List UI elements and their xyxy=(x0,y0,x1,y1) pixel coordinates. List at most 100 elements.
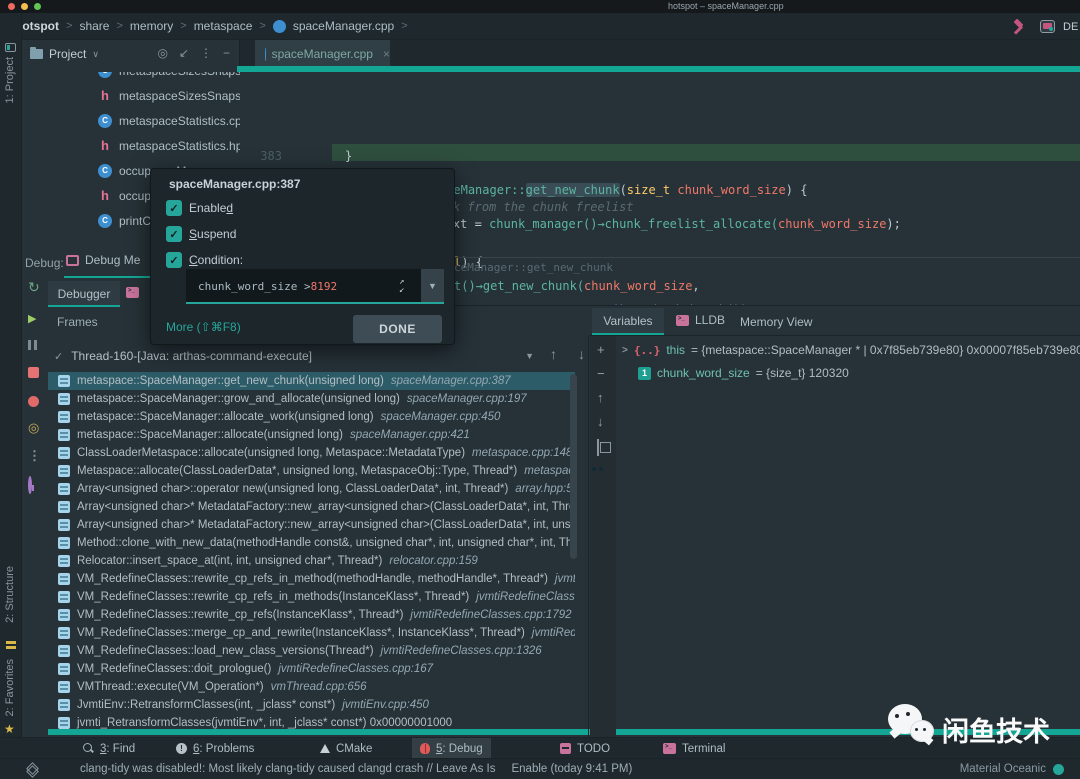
minimize-window-button[interactable] xyxy=(21,3,28,10)
tool-button-terminal[interactable]: Terminal xyxy=(655,738,733,759)
done-button[interactable]: DONE xyxy=(353,315,442,343)
stack-frame-row[interactable]: VM_RedefineClasses::load_new_class_versi… xyxy=(48,642,575,660)
breadcrumb-file[interactable]: spaceManager.cpp xyxy=(293,19,394,33)
stack-frame-row[interactable]: Array<unsigned char>* MetadataFactory::n… xyxy=(48,516,575,534)
stack-frame-row[interactable]: Array<unsigned char>::operator new(unsig… xyxy=(48,480,575,498)
stack-frame-row[interactable]: Method::clone_with_new_data(methodHandle… xyxy=(48,534,575,552)
stack-frame-row[interactable]: metaspace::SpaceManager::grow_and_alloca… xyxy=(48,390,575,408)
breadcrumb-item[interactable]: metaspace xyxy=(194,19,253,33)
stack-frame-row[interactable]: VMThread::execute(VM_Operation*) vmThrea… xyxy=(48,678,575,696)
move-down-icon[interactable]: ↓ xyxy=(597,414,604,429)
close-window-button[interactable] xyxy=(8,3,15,10)
stack-frame-row[interactable]: metaspace::SpaceManager::get_new_chunk(u… xyxy=(48,372,575,390)
status-bar: clang-tidy was disabled!: Most likely cl… xyxy=(0,758,1080,779)
breadcrumb-item[interactable]: memory xyxy=(130,19,173,33)
debug-run-config-icon[interactable] xyxy=(1040,20,1055,33)
tool-button-todo[interactable]: TODO xyxy=(552,738,618,759)
debug-session-tab[interactable]: Debug Me xyxy=(66,253,140,267)
line-number[interactable]: 383 xyxy=(240,148,282,165)
more-options-link[interactable]: More (⇧⌘F8) xyxy=(166,320,241,334)
stack-frame-row[interactable]: metaspace::SpaceManager::allocate(unsign… xyxy=(48,426,575,444)
enabled-checkbox[interactable]: ✓ xyxy=(166,200,182,216)
condition-checkbox[interactable]: ✓ xyxy=(166,252,182,268)
project-file-row[interactable]: metaspaceSizesSnapshot xyxy=(22,72,240,83)
horizontal-scrollbar[interactable] xyxy=(48,729,1080,735)
debugger-tab[interactable]: Debugger xyxy=(48,281,120,307)
project-panel-title[interactable]: Project xyxy=(49,47,86,61)
build-hammer-icon[interactable] xyxy=(1012,19,1028,35)
previous-frame-icon[interactable]: ↑ xyxy=(550,346,557,362)
next-frame-icon[interactable]: ↓ xyxy=(578,346,585,362)
frame-function: Array<unsigned char>::operator new(unsig… xyxy=(77,483,508,495)
thread-name: Thread-160-[Java: arthas-command-execute… xyxy=(71,349,312,363)
structure-tool-icon xyxy=(6,641,16,651)
frame-location: jvmtiRedefineClasses.cpp: xyxy=(476,591,575,603)
tab-lldb[interactable]: LLDB xyxy=(676,313,725,327)
status-action-link[interactable]: Enable (today 9:41 PM) xyxy=(511,763,632,775)
stack-frame-row[interactable]: Relocator::insert_space_at(int, int, uns… xyxy=(48,552,575,570)
pause-program-icon[interactable] xyxy=(28,340,37,350)
tool-button-structure[interactable]: 2: Structure xyxy=(4,566,16,623)
project-file-row[interactable]: metaspaceStatistics.hpp xyxy=(22,133,240,158)
suspend-checkbox[interactable]: ✓ xyxy=(166,226,182,242)
theme-name[interactable]: Material Oceanic xyxy=(960,763,1046,775)
copy-icon[interactable] xyxy=(597,439,599,456)
tab-memory-view[interactable]: Memory View xyxy=(740,315,812,329)
collapse-all-icon[interactable]: ↙ xyxy=(179,46,189,60)
stack-frame-row[interactable]: Array<unsigned char>* MetadataFactory::n… xyxy=(48,498,575,516)
tool-button-project[interactable]: 1: Project xyxy=(4,57,16,103)
frames-scrollbar[interactable] xyxy=(570,374,577,559)
view-breakpoints-icon[interactable] xyxy=(28,396,39,407)
frame-location: spaceManager.cpp:387 xyxy=(391,375,511,387)
more-options-icon[interactable]: ⋮ xyxy=(200,46,212,60)
stack-frame-icon xyxy=(58,519,70,531)
condition-input[interactable]: chunk_word_size > 8192 ↗↙ xyxy=(186,269,421,303)
variable-row-this[interactable]: > {..} this = {metaspace::SpaceManager *… xyxy=(622,343,1080,357)
layers-icon[interactable] xyxy=(28,764,38,774)
variable-name: chunk_word_size xyxy=(657,366,750,380)
locate-file-icon[interactable]: ◎ xyxy=(157,46,167,60)
stack-frame-row[interactable]: JvmtiEnv::RetransformClasses(int, _jclas… xyxy=(48,696,575,714)
project-file-row[interactable]: metaspaceSizesSnapshot xyxy=(22,83,240,108)
stack-frame-row[interactable]: VM_RedefineClasses::doit_prologue() jvmt… xyxy=(48,660,575,678)
editor-tab-spacemanager[interactable]: spaceManager.cpp × xyxy=(255,40,390,68)
tab-variables[interactable]: Variables xyxy=(592,308,664,334)
stack-frame-row[interactable]: VM_RedefineClasses::rewrite_cp_refs_in_m… xyxy=(48,570,575,588)
breadcrumb-item[interactable]: share xyxy=(79,19,109,33)
tool-button-cmake[interactable]: CMake xyxy=(312,738,380,759)
variable-row-chunk-word-size[interactable]: 1 chunk_word_size = {size_t} 120320 xyxy=(638,366,849,380)
more-actions-icon[interactable]: ⋮ xyxy=(28,448,41,464)
stack-frame-row[interactable]: VM_RedefineClasses::rewrite_cp_refs_in_m… xyxy=(48,588,575,606)
stack-frame-row[interactable]: metaspace::SpaceManager::allocate_work(u… xyxy=(48,408,575,426)
stack-frame-row[interactable]: VM_RedefineClasses::merge_cp_and_rewrite… xyxy=(48,624,575,642)
add-watch-icon[interactable]: + xyxy=(597,342,605,357)
resume-program-icon[interactable]: ▶ xyxy=(28,312,36,325)
panel-divider xyxy=(588,336,589,737)
tool-button-problems[interactable]: ! 6: Problems xyxy=(168,738,262,759)
stack-frame-row[interactable]: ClassLoaderMetaspace::allocate(unsigned … xyxy=(48,444,575,462)
frame-function: VM_RedefineClasses::doit_prologue() xyxy=(77,663,271,675)
condition-history-dropdown[interactable]: ▼ xyxy=(421,269,444,303)
stack-frame-row[interactable]: VM_RedefineClasses::rewrite_cp_refs(Inst… xyxy=(48,606,575,624)
console-tab[interactable] xyxy=(126,287,139,301)
hide-panel-icon[interactable]: − xyxy=(223,46,230,60)
tool-button-debug[interactable]: 5: Debug xyxy=(412,738,491,759)
rerun-icon[interactable]: ↻ xyxy=(28,279,40,296)
remove-watch-icon[interactable]: − xyxy=(597,366,605,381)
thread-selector[interactable]: ✓ Thread-160-[Java: arthas-command-execu… xyxy=(48,344,540,368)
chevron-right-icon: > xyxy=(401,20,407,32)
chevron-down-icon[interactable]: ∨ xyxy=(92,49,99,60)
zoom-window-button[interactable] xyxy=(34,3,41,10)
mute-breakpoints-icon[interactable]: ◎ xyxy=(28,420,39,436)
close-tab-icon[interactable]: × xyxy=(383,47,390,61)
project-file-row[interactable]: metaspaceStatistics.cpp xyxy=(22,108,240,133)
move-up-icon[interactable]: ↑ xyxy=(597,390,604,405)
stop-icon[interactable] xyxy=(28,367,39,378)
tool-button-favorites[interactable]: 2: Favorites xyxy=(4,659,16,716)
expand-chevron-icon[interactable]: > xyxy=(622,345,628,356)
tool-button-find[interactable]: 3: Find xyxy=(75,738,143,759)
pin-tab-icon[interactable] xyxy=(28,476,32,494)
expand-editor-icon[interactable]: ↗↙ xyxy=(399,278,411,294)
stack-frame-row[interactable]: Metaspace::allocate(ClassLoaderData*, un… xyxy=(48,462,575,480)
frame-location: jvmtiRedefineClasses.cpp:167 xyxy=(278,663,433,675)
